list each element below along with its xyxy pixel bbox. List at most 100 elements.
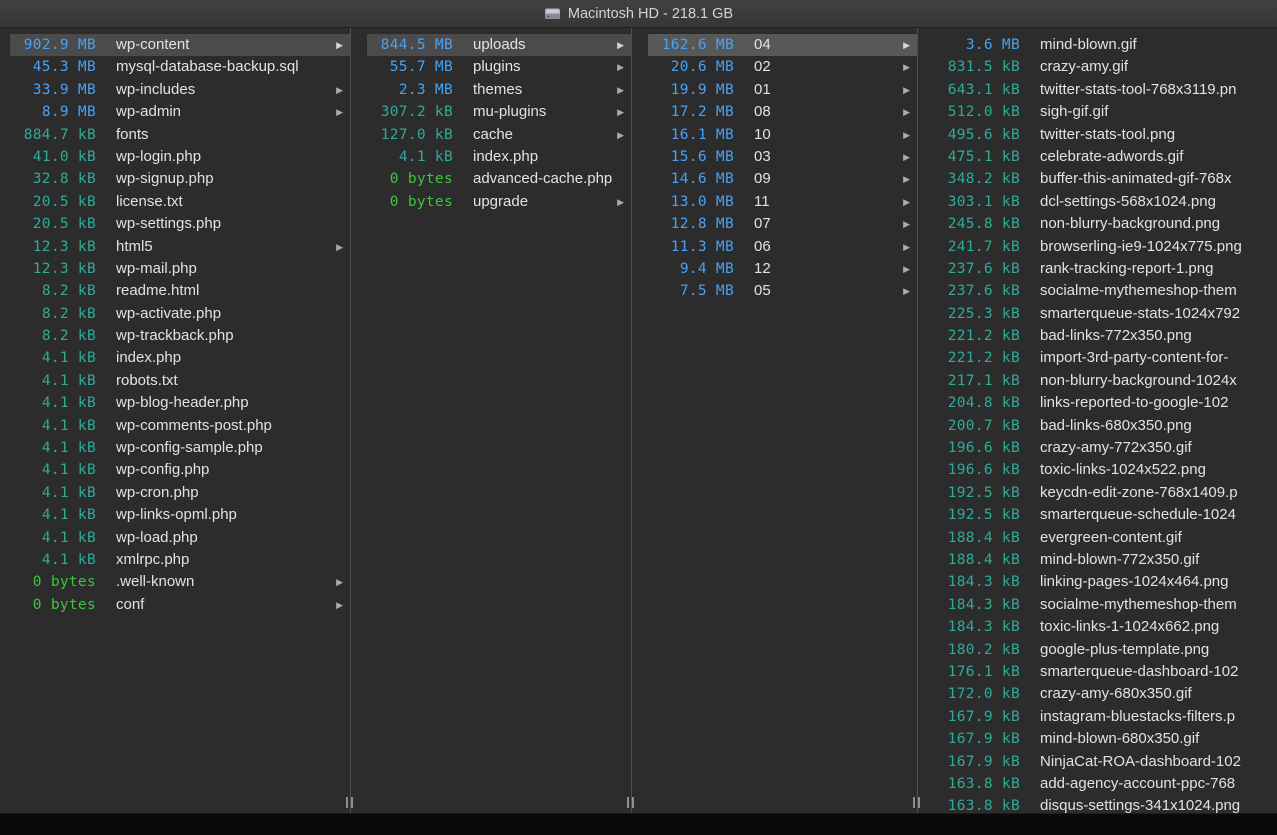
file-row[interactable]: 4.1 kBrobots.txt — [10, 370, 350, 392]
column-resize-handle[interactable] — [627, 797, 634, 808]
disclosure-triangle-icon[interactable]: ▶ — [336, 34, 343, 56]
file-row[interactable]: 11.3 MB06▶ — [648, 236, 917, 258]
file-row[interactable]: 127.0 kBcache▶ — [367, 124, 631, 146]
file-row[interactable]: 196.6 kBcrazy-amy-772x350.gif — [934, 437, 1277, 459]
disclosure-triangle-icon[interactable]: ▶ — [617, 124, 624, 146]
file-row[interactable]: 4.1 kBwp-config-sample.php — [10, 437, 350, 459]
file-row[interactable]: 167.9 kBmind-blown-680x350.gif — [934, 728, 1277, 750]
file-row[interactable]: 45.3 MBmysql-database-backup.sql — [10, 56, 350, 78]
file-row[interactable]: 4.1 kBindex.php — [10, 347, 350, 369]
disclosure-triangle-icon[interactable]: ▶ — [903, 101, 910, 123]
file-row[interactable]: 495.6 kBtwitter-stats-tool.png — [934, 124, 1277, 146]
file-row[interactable]: 902.9 MBwp-content▶ — [10, 34, 350, 56]
file-row[interactable]: 180.2 kBgoogle-plus-template.png — [934, 639, 1277, 661]
file-row[interactable]: 237.6 kBsocialme-mythemeshop-them — [934, 280, 1277, 302]
disclosure-triangle-icon[interactable]: ▶ — [617, 79, 624, 101]
file-row[interactable]: 16.1 MB10▶ — [648, 124, 917, 146]
file-row[interactable]: 192.5 kBkeycdn-edit-zone-768x1409.p — [934, 482, 1277, 504]
file-row[interactable]: 3.6 MBmind-blown.gif — [934, 34, 1277, 56]
file-row[interactable]: 12.3 kBwp-mail.php — [10, 258, 350, 280]
file-row[interactable]: 237.6 kBrank-tracking-report-1.png — [934, 258, 1277, 280]
disclosure-triangle-icon[interactable]: ▶ — [617, 101, 624, 123]
file-row[interactable]: 15.6 MB03▶ — [648, 146, 917, 168]
disclosure-triangle-icon[interactable]: ▶ — [617, 56, 624, 78]
disclosure-triangle-icon[interactable]: ▶ — [336, 594, 343, 616]
disclosure-triangle-icon[interactable]: ▶ — [903, 34, 910, 56]
file-row[interactable]: 884.7 kBfonts — [10, 124, 350, 146]
disclosure-triangle-icon[interactable]: ▶ — [336, 101, 343, 123]
column-resize-handle[interactable] — [346, 797, 353, 808]
file-row[interactable]: 33.9 MBwp-includes▶ — [10, 79, 350, 101]
file-row[interactable]: 307.2 kBmu-plugins▶ — [367, 101, 631, 123]
disclosure-triangle-icon[interactable]: ▶ — [336, 79, 343, 101]
file-row[interactable]: 204.8 kBlinks-reported-to-google-102 — [934, 392, 1277, 414]
disclosure-triangle-icon[interactable]: ▶ — [903, 191, 910, 213]
file-row[interactable]: 0 bytes.well-known▶ — [10, 571, 350, 593]
file-row[interactable]: 196.6 kBtoxic-links-1024x522.png — [934, 459, 1277, 481]
file-row[interactable]: 200.7 kBbad-links-680x350.png — [934, 415, 1277, 437]
file-row[interactable]: 475.1 kBcelebrate-adwords.gif — [934, 146, 1277, 168]
file-row[interactable]: 0 bytesadvanced-cache.php — [367, 168, 631, 190]
file-row[interactable]: 0 bytesupgrade▶ — [367, 191, 631, 213]
file-row[interactable]: 20.5 kBlicense.txt — [10, 191, 350, 213]
disclosure-triangle-icon[interactable]: ▶ — [903, 258, 910, 280]
file-row[interactable]: 167.9 kBinstagram-bluestacks-filters.p — [934, 706, 1277, 728]
file-row[interactable]: 221.2 kBbad-links-772x350.png — [934, 325, 1277, 347]
file-row[interactable]: 13.0 MB11▶ — [648, 191, 917, 213]
file-row[interactable]: 4.1 kBwp-links-opml.php — [10, 504, 350, 526]
disclosure-triangle-icon[interactable]: ▶ — [336, 236, 343, 258]
file-row[interactable]: 19.9 MB01▶ — [648, 79, 917, 101]
file-row[interactable]: 55.7 MBplugins▶ — [367, 56, 631, 78]
file-row[interactable]: 4.1 kBwp-comments-post.php — [10, 415, 350, 437]
file-row[interactable]: 9.4 MB12▶ — [648, 258, 917, 280]
file-row[interactable]: 32.8 kBwp-signup.php — [10, 168, 350, 190]
file-row[interactable]: 8.9 MBwp-admin▶ — [10, 101, 350, 123]
disclosure-triangle-icon[interactable]: ▶ — [617, 34, 624, 56]
file-row[interactable]: 163.8 kBdisqus-settings-341x1024.png — [934, 795, 1277, 813]
file-row[interactable]: 844.5 MBuploads▶ — [367, 34, 631, 56]
disclosure-triangle-icon[interactable]: ▶ — [903, 280, 910, 302]
disclosure-triangle-icon[interactable]: ▶ — [336, 571, 343, 593]
file-row[interactable]: 20.5 kBwp-settings.php — [10, 213, 350, 235]
file-row[interactable]: 512.0 kBsigh-gif.gif — [934, 101, 1277, 123]
file-row[interactable]: 8.2 kBreadme.html — [10, 280, 350, 302]
file-row[interactable]: 4.1 kBxmlrpc.php — [10, 549, 350, 571]
disclosure-triangle-icon[interactable]: ▶ — [903, 124, 910, 146]
file-row[interactable]: 20.6 MB02▶ — [648, 56, 917, 78]
file-row[interactable]: 241.7 kBbrowserling-ie9-1024x775.png — [934, 236, 1277, 258]
file-row[interactable]: 184.3 kBtoxic-links-1-1024x662.png — [934, 616, 1277, 638]
file-row[interactable]: 831.5 kBcrazy-amy.gif — [934, 56, 1277, 78]
file-row[interactable]: 4.1 kBindex.php — [367, 146, 631, 168]
file-row[interactable]: 176.1 kBsmarterqueue-dashboard-102 — [934, 661, 1277, 683]
file-row[interactable]: 4.1 kBwp-cron.php — [10, 482, 350, 504]
file-row[interactable]: 8.2 kBwp-trackback.php — [10, 325, 350, 347]
column-resize-handle[interactable] — [913, 797, 920, 808]
file-row[interactable]: 348.2 kBbuffer-this-animated-gif-768x — [934, 168, 1277, 190]
file-row[interactable]: 2.3 MBthemes▶ — [367, 79, 631, 101]
file-row[interactable]: 172.0 kBcrazy-amy-680x350.gif — [934, 683, 1277, 705]
file-row[interactable]: 188.4 kBevergreen-content.gif — [934, 527, 1277, 549]
file-row[interactable]: 4.1 kBwp-blog-header.php — [10, 392, 350, 414]
file-row[interactable]: 184.3 kBsocialme-mythemeshop-them — [934, 594, 1277, 616]
disclosure-triangle-icon[interactable]: ▶ — [903, 236, 910, 258]
disclosure-triangle-icon[interactable]: ▶ — [903, 146, 910, 168]
disclosure-triangle-icon[interactable]: ▶ — [903, 79, 910, 101]
file-row[interactable]: 184.3 kBlinking-pages-1024x464.png — [934, 571, 1277, 593]
file-row[interactable]: 221.2 kBimport-3rd-party-content-for- — [934, 347, 1277, 369]
file-row[interactable]: 17.2 MB08▶ — [648, 101, 917, 123]
disclosure-triangle-icon[interactable]: ▶ — [617, 191, 624, 213]
file-row[interactable]: 303.1 kBdcl-settings-568x1024.png — [934, 191, 1277, 213]
file-row[interactable]: 192.5 kBsmarterqueue-schedule-1024 — [934, 504, 1277, 526]
disclosure-triangle-icon[interactable]: ▶ — [903, 56, 910, 78]
file-row[interactable]: 643.1 kBtwitter-stats-tool-768x3119.pn — [934, 79, 1277, 101]
file-row[interactable]: 162.6 MB04▶ — [648, 34, 917, 56]
file-row[interactable]: 245.8 kBnon-blurry-background.png — [934, 213, 1277, 235]
file-row[interactable]: 41.0 kBwp-login.php — [10, 146, 350, 168]
disclosure-triangle-icon[interactable]: ▶ — [903, 168, 910, 190]
file-row[interactable]: 225.3 kBsmarterqueue-stats-1024x792 — [934, 303, 1277, 325]
file-row[interactable]: 7.5 MB05▶ — [648, 280, 917, 302]
file-row[interactable]: 14.6 MB09▶ — [648, 168, 917, 190]
file-row[interactable]: 8.2 kBwp-activate.php — [10, 303, 350, 325]
file-row[interactable]: 12.3 kBhtml5▶ — [10, 236, 350, 258]
file-row[interactable]: 188.4 kBmind-blown-772x350.gif — [934, 549, 1277, 571]
